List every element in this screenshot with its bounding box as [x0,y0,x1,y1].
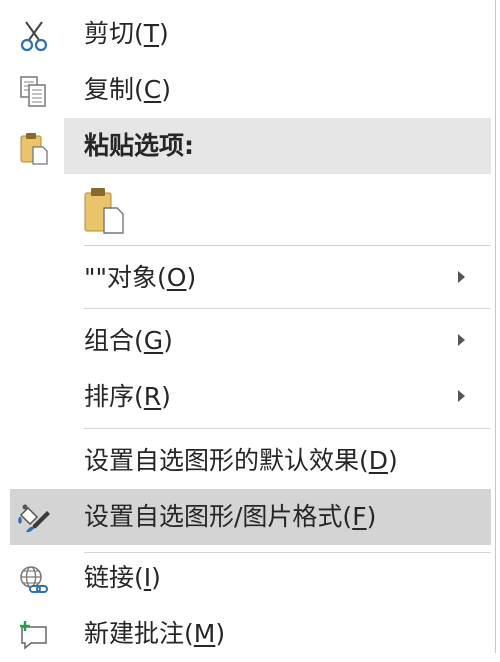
menu-item-new-comment[interactable]: 新建批注(M) [0,606,495,662]
menu-item-cut[interactable]: 剪切(T) [0,6,495,62]
paste-options-header: 粘贴选项: [0,118,495,174]
context-menu: 剪切(T) 复制(C) 粘贴选项: ""对象(O) 组合(G) 排序(R) 设置… [0,0,496,653]
clipboard-icon [16,130,52,166]
paste-option-keep-source[interactable] [78,182,132,236]
menu-item-label: 设置自选图形/图片格式(F) [84,502,377,531]
submenu-arrow-icon [458,271,465,283]
menu-item-label: 链接(I) [84,563,161,592]
menu-item-set-default-effect[interactable]: 设置自选图形的默认效果(D) [0,433,495,489]
paste-options-label: 粘贴选项: [84,131,194,160]
copy-icon [16,74,52,110]
menu-separator [84,308,491,309]
menu-item-label: 设置自选图形的默认效果(D) [84,446,398,475]
link-globe-icon [16,562,52,598]
menu-item-copy[interactable]: 复制(C) [0,62,495,118]
menu-item-label: 新建批注(M) [84,619,226,648]
format-shape-icon [16,501,52,537]
menu-item-label: 复制(C) [84,75,171,104]
menu-item-format-shape[interactable]: 设置自选图形/图片格式(F) [10,489,491,545]
submenu-arrow-icon [458,390,465,402]
menu-item-label: ""对象(O) [84,263,197,292]
menu-item-label: 剪切(T) [84,19,169,48]
menu-item-link[interactable]: 链接(I) [0,550,495,606]
scissors-icon [16,18,52,54]
menu-separator [84,428,491,429]
submenu-arrow-icon [458,334,465,346]
menu-separator [84,245,491,246]
paste-clipboard-icon [80,184,130,240]
new-comment-icon [16,618,52,654]
menu-item-object[interactable]: ""对象(O) [0,250,495,306]
menu-item-label: 排序(R) [84,382,171,411]
menu-item-label: 组合(G) [84,326,173,355]
menu-item-order[interactable]: 排序(R) [0,369,495,425]
menu-item-group[interactable]: 组合(G) [0,313,495,369]
